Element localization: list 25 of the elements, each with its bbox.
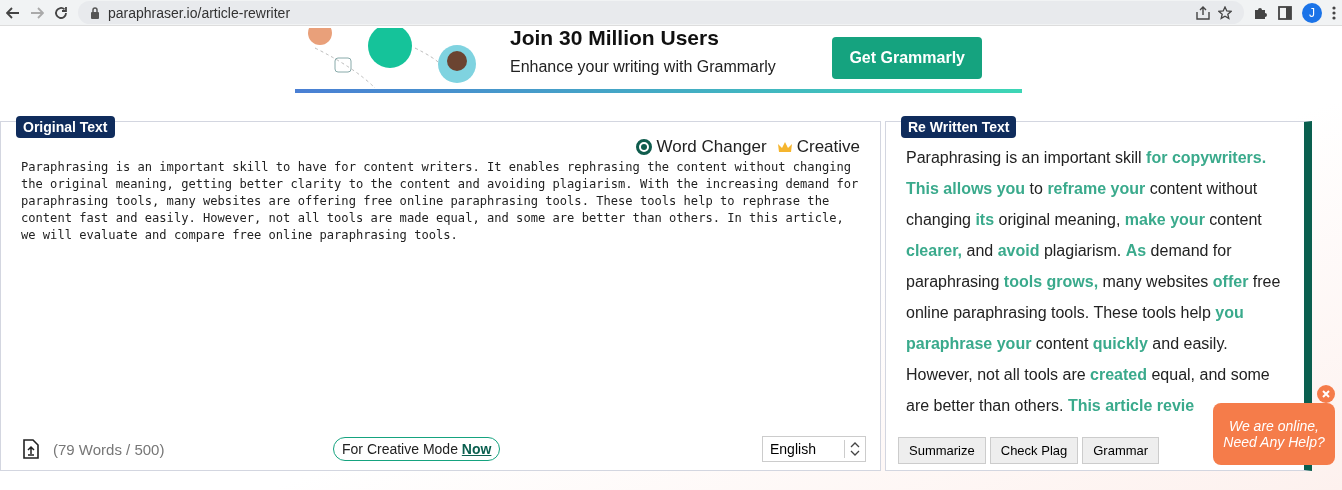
language-select[interactable]: English <box>762 436 866 462</box>
sidebar-icon[interactable] <box>1278 5 1292 20</box>
original-text[interactable]: Paraphrasing is an important skill to have for content writers. It enables rephrasing the content without changing the original meaning, getting better clarity to the content and avoiding plagiarism. With the increasing demand for paraphrasing tools, many websites are offering free online paraphrasing tools. These tools help to rephrase the content fast and easily. However, not all tools are made equal, and some are better than others. In this article, we will evaluate and compare free online paraphrasing tools. <box>21 159 860 244</box>
lock-icon <box>90 6 100 19</box>
address-bar[interactable]: paraphraser.io/article-rewriter <box>78 1 1244 24</box>
star-icon[interactable] <box>1218 5 1232 20</box>
ad-subline: Enhance your writing with Grammarly <box>510 57 777 76</box>
file-upload-icon[interactable] <box>23 439 39 459</box>
action-button[interactable]: Grammar <box>1082 437 1160 464</box>
back-icon[interactable] <box>6 6 20 19</box>
word-count: (79 Words / 500) <box>53 440 166 458</box>
menu-icon[interactable] <box>1332 5 1336 20</box>
close-icon[interactable] <box>1317 385 1335 403</box>
puzzle-icon[interactable] <box>1254 5 1268 20</box>
action-button[interactable]: Summarize <box>898 437 986 464</box>
panel-label: Original Text <box>16 116 115 138</box>
mode-option[interactable]: Word Changer <box>636 137 767 157</box>
reload-icon[interactable] <box>54 5 68 20</box>
share-icon[interactable] <box>1196 5 1210 20</box>
action-button[interactable]: Check Plag <box>989 437 1079 464</box>
profile-avatar[interactable]: J <box>1302 2 1322 23</box>
radio-icon[interactable] <box>636 139 653 155</box>
ad-headline: Join 30 Million Users <box>510 25 720 50</box>
mode-option[interactable]: Creative <box>776 137 860 157</box>
panel-label: Re Written Text <box>901 116 1017 138</box>
